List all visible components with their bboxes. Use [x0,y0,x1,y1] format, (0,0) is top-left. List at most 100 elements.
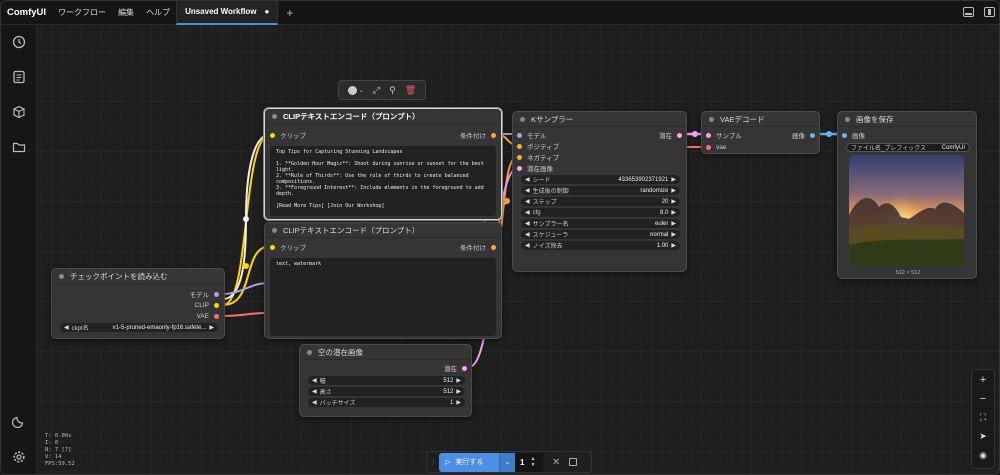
collapse-dot-icon[interactable] [272,227,277,233]
arrow-left-icon[interactable]: ◀ [312,377,317,384]
input-slot-clip[interactable]: クリップ [270,130,306,140]
node-title[interactable]: チェックポイントを読み込む [52,269,224,284]
menu-help[interactable]: ヘルプ [140,7,176,18]
input-slot-negative[interactable]: ネガティブ [517,152,559,162]
arrow-right-icon[interactable]: ▶ [456,388,461,395]
widget-row[interactable]: ◀ 生成後の制御 randomize ▶ [521,186,680,195]
arrow-right-icon[interactable]: ▶ [671,187,676,194]
new-tab-button[interactable]: + [278,6,301,20]
node-title[interactable]: CLIPテキストエンコード（プロンプト） [265,223,501,238]
input-slot-model[interactable]: モデル [517,130,547,140]
arrow-left-icon[interactable]: ◀ [525,187,530,194]
output-slot-model[interactable]: モデル [190,289,219,299]
collapse-dot-icon[interactable] [845,116,850,122]
widget-row[interactable]: ◀ シード 433653902371921 ▶ [521,175,680,184]
empty-latent-image-node[interactable]: 空の潜在画像 潜在 ◀ 幅 512 ▶ ◀ 高さ 512 ▶ ◀ バッチサイズ 1 ▶ [299,344,472,417]
arrow-left-icon[interactable]: ◀ [312,399,317,406]
ksampler-node[interactable]: Kサンプラー モデル ポジティブ ネガティブ 潜在画像 潜在 ◀ シード 43365… [512,111,687,272]
input-slot-positive[interactable]: ポジティブ [517,141,559,151]
arrow-right-icon[interactable]: ▶ [671,231,676,238]
arrow-right-icon[interactable]: ▶ [671,198,676,205]
workflows-folder-icon[interactable] [10,138,28,156]
bypass-icon[interactable]: ⤢ [373,85,380,96]
delete-trash-icon[interactable]: 🗑 [405,85,416,96]
batch-count-input[interactable]: 1 ▲ ▼ [515,452,543,472]
filename-prefix-field[interactable]: ファイル名_プレフィックス ComfyUI [846,143,970,152]
stop-square-icon[interactable] [569,458,578,466]
arrow-right-icon[interactable]: ▶ [671,176,676,183]
color-picker-button[interactable]: ⌄ [347,85,364,95]
node-title[interactable]: 画像を保存 [838,112,976,127]
node-title[interactable]: CLIPテキストエンコード（プロンプト） [265,109,501,124]
menu-workflow[interactable]: ワークフロー [52,7,112,18]
input-slot-images[interactable]: 画像 [842,130,865,140]
clip-text-encode-negative-node[interactable]: CLIPテキストエンコード（プロンプト） クリップ 条件付け text, wat… [264,222,502,339]
prompt-textarea[interactable]: text, watermark [270,258,496,336]
node-title[interactable]: Kサンプラー [513,112,686,127]
output-slot-latent[interactable]: 潜在 [659,130,682,140]
vae-decode-node[interactable]: VAEデコード サンプル vae 画像 [701,111,820,154]
select-mode-icon[interactable]: ➤ [972,427,994,446]
input-slot-clip[interactable]: クリップ [270,242,306,252]
settings-gear-icon[interactable] [10,448,28,466]
clip-text-encode-positive-node[interactable]: CLIPテキストエンコード（プロンプト） クリップ 条件付け Top Tips … [264,108,502,220]
arrow-right-icon[interactable]: ▶ [671,220,676,227]
output-slot-latent[interactable]: 潜在 [444,363,467,373]
collapse-dot-icon[interactable] [307,349,312,355]
arrow-left-icon[interactable]: ◀ [312,388,317,395]
arrow-left-icon[interactable]: ◀ [525,231,530,238]
generated-image-preview[interactable] [849,155,964,267]
collapse-dot-icon[interactable] [520,116,525,122]
menu-edit[interactable]: 編集 [112,7,140,18]
history-icon[interactable] [10,33,28,51]
output-slot-conditioning[interactable]: 条件付け [460,242,496,252]
pin-icon[interactable]: ⚲ [389,85,396,96]
fit-view-icon[interactable]: ⛶ [972,408,994,427]
output-slot-image[interactable]: 画像 [792,130,815,140]
bottom-panel-toggle-icon[interactable] [963,7,974,17]
collapse-dot-icon[interactable] [59,273,64,279]
arrow-right-icon[interactable]: ▶ [456,377,461,384]
queue-list-icon[interactable] [10,68,28,86]
tab-modified-indicator[interactable]: ● [264,7,269,16]
toggle-links-eye-icon[interactable]: ◉ [972,446,994,465]
collapse-dot-icon[interactable] [709,116,714,122]
checkpoint-loader-node[interactable]: チェックポイントを読み込む モデル CLIP VAE ◀ ckpt名 v1-5-… [51,268,225,339]
arrow-right-icon[interactable]: ▶ [671,242,676,249]
run-mode-dropdown[interactable]: ⌄ [499,452,515,472]
arrow-right-icon[interactable]: ▶ [209,324,214,331]
arrow-left-icon[interactable]: ◀ [525,198,530,205]
input-slot-samples[interactable]: サンプル [706,130,742,140]
stepper-arrows-icon[interactable]: ▲ ▼ [530,456,535,468]
zoom-in-icon[interactable]: + [972,370,994,389]
drag-handle-icon[interactable]: ⋮⋮ [430,458,444,466]
ckpt-name-combo[interactable]: ◀ ckpt名 v1-5-pruned-emaonly-fp16.safete.… [60,323,218,332]
cancel-x-icon[interactable]: ✕ [552,457,560,468]
theme-moon-icon[interactable] [10,412,28,430]
arrow-left-icon[interactable]: ◀ [525,242,530,249]
arrow-left-icon[interactable]: ◀ [525,209,530,216]
arrow-left-icon[interactable]: ◀ [525,176,530,183]
tab-unsaved-workflow[interactable]: Unsaved Workflow ● [176,1,279,25]
run-button[interactable]: ▷ 実行する [439,452,499,472]
output-slot-vae[interactable]: VAE [196,311,219,321]
model-library-icon[interactable] [10,103,28,121]
arrow-right-icon[interactable]: ▶ [671,209,676,216]
widget-row[interactable]: ◀ サンプラー名 euler ▶ [521,219,680,228]
output-slot-clip[interactable]: CLIP [195,300,219,310]
node-title[interactable]: 空の潜在画像 [300,345,471,360]
widget-row[interactable]: ◀ cfg 8.0 ▶ [521,208,680,217]
widget-row[interactable]: ◀ ステップ 20 ▶ [521,197,680,206]
output-slot-conditioning[interactable]: 条件付け [460,130,496,140]
node-title[interactable]: VAEデコード [702,112,819,127]
widget-row[interactable]: ◀ スケジューラ normal ▶ [521,230,680,239]
widget-row[interactable]: ◀ ノイズ除去 1.00 ▶ [521,241,680,250]
focus-mode-icon[interactable] [984,7,995,17]
widget-row[interactable]: ◀ 高さ 512 ▶ [308,387,465,396]
zoom-out-icon[interactable]: − [972,389,994,408]
prompt-textarea[interactable]: Top Tips for Capturing Stunning Landscap… [270,146,496,216]
widget-row[interactable]: ◀ バッチサイズ 1 ▶ [308,398,465,407]
input-slot-latent[interactable]: 潜在画像 [517,163,553,173]
arrow-left-icon[interactable]: ◀ [525,220,530,227]
arrow-right-icon[interactable]: ▶ [456,399,461,406]
